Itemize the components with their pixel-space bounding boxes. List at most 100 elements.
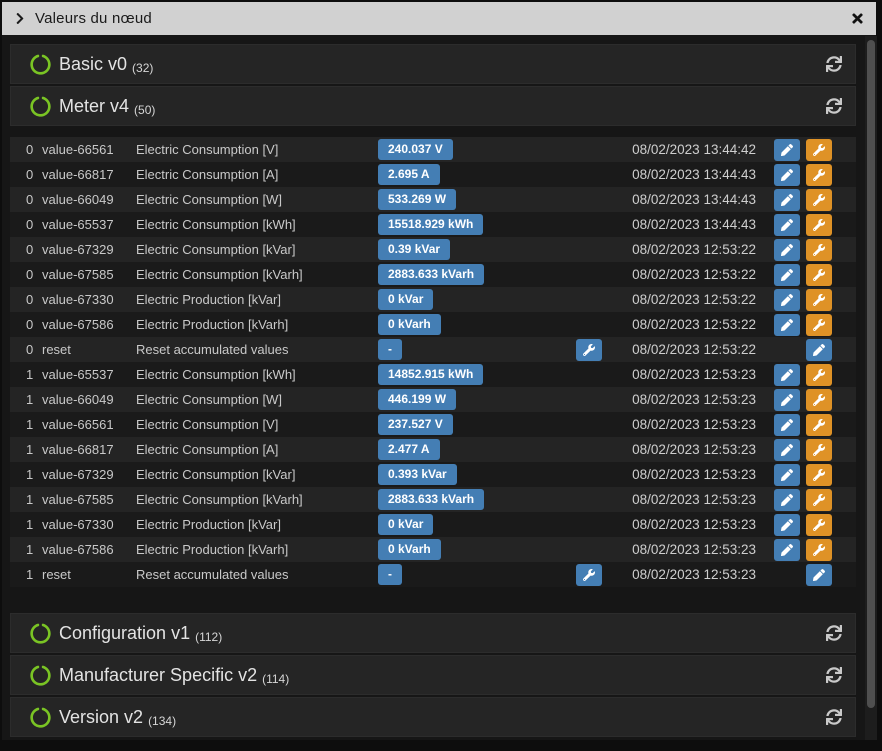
close-button[interactable]	[851, 11, 864, 26]
advanced-settings-button[interactable]	[806, 238, 832, 261]
wrench-icon	[813, 468, 825, 481]
edit-value-button[interactable]	[774, 213, 800, 236]
pencil-icon	[781, 218, 793, 231]
value-name: value-67329	[42, 242, 114, 257]
value-row: 0 value-67586 Electric Production [kVarh…	[10, 312, 856, 337]
advanced-settings-button[interactable]	[806, 263, 832, 286]
pencil-icon	[781, 168, 793, 181]
value-row: 1 value-66561 Electric Consumption [V] 2…	[10, 412, 856, 437]
value-description: Electric Consumption [kVarh]	[136, 267, 303, 282]
scrollbar-thumb[interactable]	[867, 40, 875, 708]
pencil-icon	[781, 268, 793, 281]
value-index: 1	[26, 417, 34, 432]
refresh-section-button[interactable]	[826, 98, 842, 114]
value-index: 1	[26, 542, 34, 557]
advanced-settings-button[interactable]	[806, 463, 832, 486]
value-index: 0	[26, 317, 34, 332]
value-badge-cell: 0 kVarh	[378, 539, 610, 560]
edit-value-button[interactable]	[774, 513, 800, 536]
value-index: 1	[26, 467, 34, 482]
reset-action-button[interactable]	[576, 338, 602, 361]
value-name: value-66561	[42, 417, 114, 432]
advanced-settings-button[interactable]	[806, 188, 832, 211]
advanced-settings-button[interactable]	[806, 388, 832, 411]
section-label: Configuration v1	[59, 622, 191, 643]
edit-value-button[interactable]	[774, 263, 800, 286]
value-row: 1 value-66817 Electric Consumption [A] 2…	[10, 437, 856, 462]
edit-value-button[interactable]	[774, 538, 800, 561]
edit-value-button[interactable]	[774, 438, 800, 461]
value-index: 0	[26, 242, 34, 257]
value-name: value-65537	[42, 217, 114, 232]
value-description: Electric Consumption [kWh]	[136, 367, 296, 382]
wrench-icon	[813, 143, 825, 156]
wrench-icon	[813, 393, 825, 406]
edit-value-button[interactable]	[774, 238, 800, 261]
reset-action-button[interactable]	[576, 563, 602, 586]
edit-value-button[interactable]	[774, 313, 800, 336]
value-row: 1 value-67585 Electric Consumption [kVar…	[10, 487, 856, 512]
value-index: 0	[26, 192, 34, 207]
value-name: value-67586	[42, 542, 114, 557]
pencil-icon	[781, 543, 793, 556]
edit-value-button[interactable]	[774, 163, 800, 186]
section-header-configuration[interactable]: Configuration v1 (112)	[10, 613, 856, 653]
advanced-settings-button[interactable]	[806, 163, 832, 186]
section-count: (134)	[148, 714, 177, 728]
advanced-settings-button[interactable]	[806, 513, 832, 536]
value-badge-cell: 240.037 V	[378, 139, 610, 160]
section-header-basic[interactable]: Basic v0 (32)	[10, 44, 856, 84]
edit-value-button[interactable]	[774, 363, 800, 386]
wrench-icon	[813, 193, 825, 206]
advanced-settings-button[interactable]	[806, 213, 832, 236]
edit-value-button[interactable]	[774, 488, 800, 511]
value-badge-cell: 237.527 V	[378, 414, 610, 435]
value-description: Reset accumulated values	[136, 567, 289, 582]
edit-reset-button[interactable]	[806, 563, 832, 586]
edit-value-button[interactable]	[774, 388, 800, 411]
section-header-manufacturer[interactable]: Manufacturer Specific v2 (114)	[10, 655, 856, 695]
refresh-section-button[interactable]	[826, 667, 842, 683]
section-header-version[interactable]: Version v2 (134)	[10, 697, 856, 737]
pencil-icon	[781, 243, 793, 256]
value-description: Electric Consumption [kVar]	[136, 242, 296, 257]
edit-value-button[interactable]	[774, 413, 800, 436]
pencil-icon	[781, 418, 793, 431]
edit-value-button[interactable]	[774, 138, 800, 161]
value-index: 1	[26, 442, 34, 457]
value-name: value-67585	[42, 492, 114, 507]
value-badge-cell: 0 kVarh	[378, 314, 610, 335]
value-badge: 0.393 kVar	[378, 464, 457, 485]
value-row: 0 value-67329 Electric Consumption [kVar…	[10, 237, 856, 262]
value-row: 0 value-65537 Electric Consumption [kWh]…	[10, 212, 856, 237]
advanced-settings-button[interactable]	[806, 538, 832, 561]
refresh-section-button[interactable]	[826, 56, 842, 72]
section-header-meter[interactable]: Meter v4 (50)	[10, 86, 856, 126]
edit-value-button[interactable]	[774, 288, 800, 311]
advanced-settings-button[interactable]	[806, 488, 832, 511]
value-badge: 2.695 A	[378, 164, 440, 185]
value-description: Electric Consumption [A]	[136, 442, 279, 457]
edit-value-button[interactable]	[774, 463, 800, 486]
advanced-settings-button[interactable]	[806, 313, 832, 336]
advanced-settings-button[interactable]	[806, 363, 832, 386]
value-badge-cell: 533.269 W	[378, 189, 610, 210]
value-timestamp: 08/02/2023 12:53:23	[632, 442, 756, 457]
edit-value-button[interactable]	[774, 188, 800, 211]
refresh-section-button[interactable]	[826, 625, 842, 641]
value-name: value-65537	[42, 367, 114, 382]
advanced-settings-button[interactable]	[806, 413, 832, 436]
advanced-settings-button[interactable]	[806, 288, 832, 311]
advanced-settings-button[interactable]	[806, 438, 832, 461]
advanced-settings-button[interactable]	[806, 138, 832, 161]
wrench-icon	[813, 268, 825, 281]
value-name: value-66049	[42, 192, 114, 207]
value-name: value-67330	[42, 292, 114, 307]
wrench-icon	[813, 518, 825, 531]
edit-reset-button[interactable]	[806, 338, 832, 361]
value-index: 1	[26, 367, 34, 382]
refresh-icon	[826, 56, 842, 72]
refresh-section-button[interactable]	[826, 709, 842, 725]
value-index: 0	[26, 217, 34, 232]
refresh-icon	[826, 625, 842, 641]
